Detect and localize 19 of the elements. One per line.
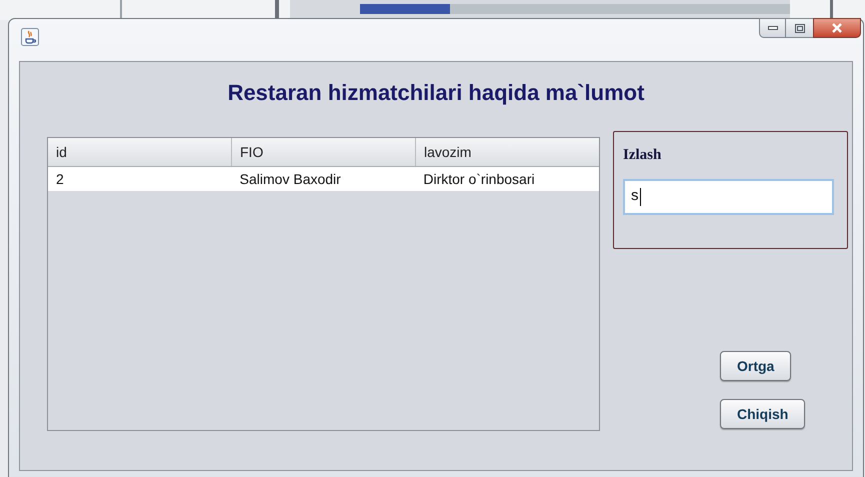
minimize-icon [768, 26, 778, 30]
maximize-icon [794, 24, 804, 32]
maximize-button[interactable] [786, 18, 813, 38]
column-header[interactable]: id [48, 138, 231, 166]
action-button[interactable]: Chiqish [720, 399, 806, 429]
close-button[interactable] [813, 18, 861, 38]
search-title: Izlash [623, 146, 662, 165]
java-cup-icon [21, 28, 39, 46]
minimize-button[interactable] [759, 18, 786, 38]
action-button[interactable]: Ortga [720, 351, 792, 381]
window-heading: Restaran hizmatchilari haqida ma`lumot [226, 79, 646, 107]
column-header[interactable]: lavozim [415, 138, 599, 166]
close-icon [831, 23, 843, 33]
table-cell-text: 2 [55, 170, 65, 188]
table-cell-text: Dirktor o`rinbosari [422, 170, 536, 188]
table-row[interactable]: 2 Salimov Baxodir Dirktor o`rinbosari [48, 167, 599, 191]
search-field[interactable]: s [623, 178, 834, 214]
table-cell-text: Salimov Baxodir [238, 170, 342, 188]
column-header[interactable]: FIO [231, 138, 415, 166]
